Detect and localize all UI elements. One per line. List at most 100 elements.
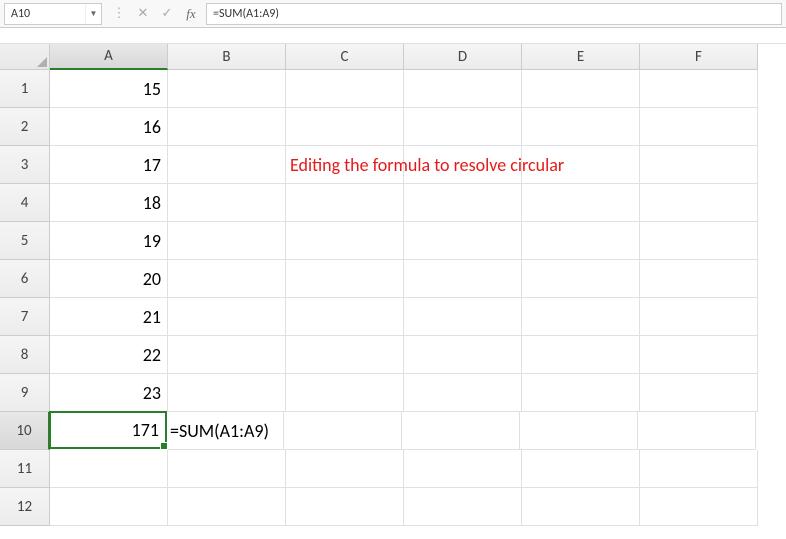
cell-F3[interactable] xyxy=(640,146,758,184)
cell-E7[interactable] xyxy=(522,298,640,336)
row-header-3[interactable]: 3 xyxy=(0,146,50,184)
fx-icon[interactable]: fx xyxy=(182,6,200,22)
cell-E1[interactable] xyxy=(522,70,640,108)
cell-D6[interactable] xyxy=(404,260,522,298)
cell-D5[interactable] xyxy=(404,222,522,260)
cell-E2[interactable] xyxy=(522,108,640,146)
cell-A2[interactable]: 16 xyxy=(50,108,168,146)
cell-D11[interactable] xyxy=(404,450,522,488)
row-header-5[interactable]: 5 xyxy=(0,222,50,260)
col-header-C[interactable]: C xyxy=(286,44,404,70)
select-all-corner[interactable] xyxy=(0,44,50,70)
cell-B10[interactable]: =SUM(A1:A9) xyxy=(166,412,284,450)
cell-F7[interactable] xyxy=(640,298,758,336)
cell-C4[interactable] xyxy=(286,184,404,222)
cell-F12[interactable] xyxy=(640,488,758,526)
formula-controls: ⋮ ✕ ✓ fx xyxy=(110,6,200,22)
cell-D3[interactable] xyxy=(404,146,522,184)
cell-A7[interactable]: 21 xyxy=(50,298,168,336)
cell-F8[interactable] xyxy=(640,336,758,374)
row-header-9[interactable]: 9 xyxy=(0,374,50,412)
accept-icon[interactable]: ✓ xyxy=(158,6,176,21)
cell-C8[interactable] xyxy=(286,336,404,374)
col-header-B[interactable]: B xyxy=(168,44,286,70)
cell-B1[interactable] xyxy=(168,70,286,108)
cell-F10[interactable] xyxy=(638,412,756,450)
cell-C12[interactable] xyxy=(286,488,404,526)
cell-A12[interactable] xyxy=(50,488,168,526)
cell-F6[interactable] xyxy=(640,260,758,298)
row-header-11[interactable]: 11 xyxy=(0,450,50,488)
cell-C9[interactable] xyxy=(286,374,404,412)
cell-D4[interactable] xyxy=(404,184,522,222)
row-header-1[interactable]: 1 xyxy=(0,70,50,108)
cell-F5[interactable] xyxy=(640,222,758,260)
cell-F1[interactable] xyxy=(640,70,758,108)
cell-A6[interactable]: 20 xyxy=(50,260,168,298)
cell-F11[interactable] xyxy=(640,450,758,488)
cell-E4[interactable] xyxy=(522,184,640,222)
cell-D8[interactable] xyxy=(404,336,522,374)
cell-D7[interactable] xyxy=(404,298,522,336)
cell-E12[interactable] xyxy=(522,488,640,526)
cell-A9[interactable]: 23 xyxy=(50,374,168,412)
cell-C11[interactable] xyxy=(286,450,404,488)
cell-B5[interactable] xyxy=(168,222,286,260)
cell-B9[interactable] xyxy=(168,374,286,412)
row-header-4[interactable]: 4 xyxy=(0,184,50,222)
row-header-12[interactable]: 12 xyxy=(0,488,50,526)
cell-C10[interactable] xyxy=(284,412,402,450)
cell-E8[interactable] xyxy=(522,336,640,374)
cell-E5[interactable] xyxy=(522,222,640,260)
cell-A5[interactable]: 19 xyxy=(50,222,168,260)
cell-F2[interactable] xyxy=(640,108,758,146)
cell-B2[interactable] xyxy=(168,108,286,146)
cell-F9[interactable] xyxy=(640,374,758,412)
cell-B6[interactable] xyxy=(168,260,286,298)
row-header-2[interactable]: 2 xyxy=(0,108,50,146)
cell-D2[interactable] xyxy=(404,108,522,146)
cell-C6[interactable] xyxy=(286,260,404,298)
cell-C7[interactable] xyxy=(286,298,404,336)
col-header-E[interactable]: E xyxy=(522,44,640,70)
cell-E11[interactable] xyxy=(522,450,640,488)
row-header-7[interactable]: 7 xyxy=(0,298,50,336)
cell-F4[interactable] xyxy=(640,184,758,222)
cell-B10-text: =SUM(A1:A9) xyxy=(170,420,269,442)
cell-D1[interactable] xyxy=(404,70,522,108)
cell-D9[interactable] xyxy=(404,374,522,412)
cell-B3[interactable] xyxy=(168,146,286,184)
cell-E9[interactable] xyxy=(522,374,640,412)
row-header-6[interactable]: 6 xyxy=(0,260,50,298)
row-header-10[interactable]: 10 xyxy=(0,412,50,450)
cell-B7[interactable] xyxy=(168,298,286,336)
col-header-F[interactable]: F xyxy=(640,44,758,70)
cell-D10[interactable] xyxy=(402,412,520,450)
col-header-A[interactable]: A xyxy=(50,44,168,70)
cancel-icon[interactable]: ✕ xyxy=(134,6,152,21)
cell-E10[interactable] xyxy=(520,412,638,450)
cell-A8[interactable]: 22 xyxy=(50,336,168,374)
cell-C3[interactable]: Editing the formula to resolve circular xyxy=(286,146,404,184)
col-header-D[interactable]: D xyxy=(404,44,522,70)
column-headers-row: A B C D E F xyxy=(0,44,786,70)
cell-A11[interactable] xyxy=(50,450,168,488)
cell-E3[interactable] xyxy=(522,146,640,184)
cell-D12[interactable] xyxy=(404,488,522,526)
cell-B12[interactable] xyxy=(168,488,286,526)
cell-C1[interactable] xyxy=(286,70,404,108)
cell-A10[interactable]: 171 xyxy=(49,411,167,449)
name-box[interactable]: A10 ▼ xyxy=(4,3,102,25)
cell-A1[interactable]: 15 xyxy=(50,70,168,108)
cell-B4[interactable] xyxy=(168,184,286,222)
cell-B8[interactable] xyxy=(168,336,286,374)
cell-E6[interactable] xyxy=(522,260,640,298)
cell-B11[interactable] xyxy=(168,450,286,488)
formula-input[interactable]: =SUM(A1:A9) xyxy=(206,3,782,25)
row-header-8[interactable]: 8 xyxy=(0,336,50,374)
cell-A3[interactable]: 17 xyxy=(50,146,168,184)
cell-C2[interactable] xyxy=(286,108,404,146)
name-box-dropdown-icon[interactable]: ▼ xyxy=(85,4,101,24)
cell-C5[interactable] xyxy=(286,222,404,260)
cell-A4[interactable]: 18 xyxy=(50,184,168,222)
